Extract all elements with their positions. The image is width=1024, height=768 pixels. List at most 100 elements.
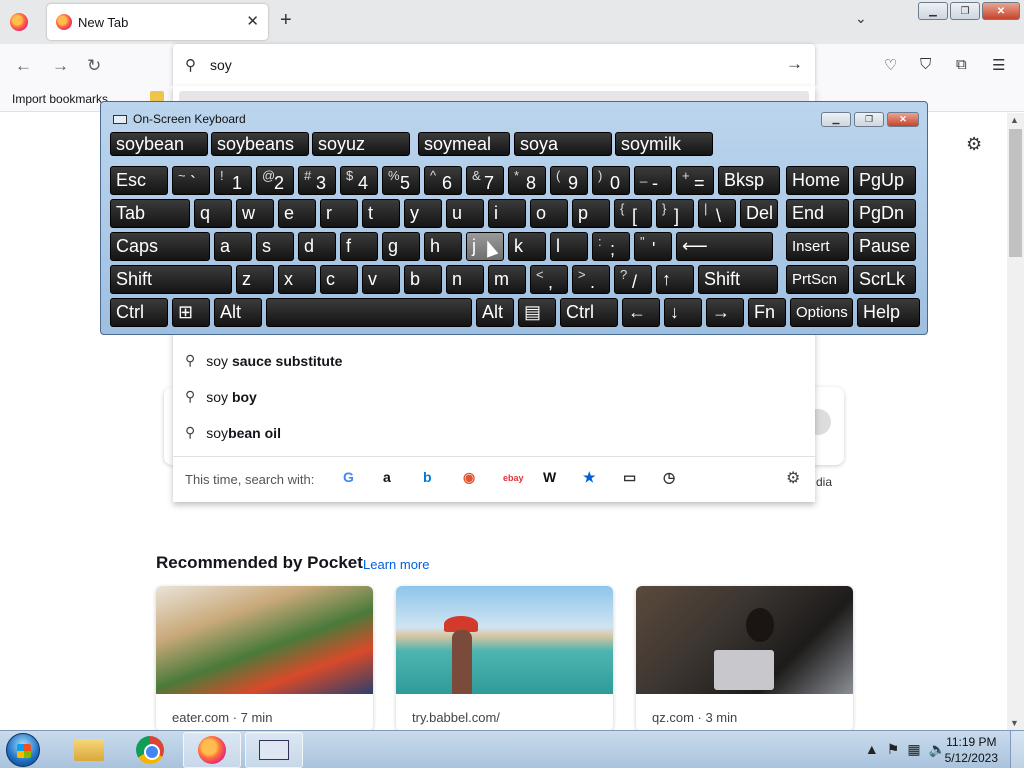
key-key[interactable]: <, [530,265,568,294]
key-6[interactable]: ^ 6 [424,166,462,195]
firefox-view-icon[interactable] [10,13,28,31]
reload-icon[interactable]: ↻ [87,56,101,76]
key-tab[interactable]: Tab [110,199,190,228]
key-0[interactable]: ) 0 [592,166,630,195]
ebay-icon[interactable]: ebay [503,473,524,483]
key-key[interactable]: ? / [614,265,652,294]
prediction-soya[interactable]: soya [514,132,612,156]
bing-icon[interactable]: b [423,469,432,485]
scroll-up-icon[interactable]: ▲ [1010,115,1019,125]
ublock-shield-icon[interactable]: ⛉ [920,56,931,73]
key-key[interactable]: ⟵ [676,232,773,261]
address-input[interactable]: soy [210,57,232,73]
action-center-flag-icon[interactable]: ⚑ [887,741,900,758]
key-8[interactable]: * 8 [508,166,546,195]
key-b[interactable]: b [404,265,442,294]
start-button[interactable] [6,733,40,767]
key-5[interactable]: % 5 [382,166,420,195]
key-esc[interactable]: Esc [110,166,168,195]
key-key[interactable]: {[ [614,199,652,228]
key-key[interactable]: ↑ [656,265,694,294]
google-icon[interactable]: G [343,469,354,485]
pocket-icon[interactable]: ♡ [884,56,897,74]
key-y[interactable]: y [404,199,442,228]
key-c[interactable]: c [320,265,358,294]
suggestion-item[interactable]: ⚲ soy boy [185,388,257,405]
key-w[interactable]: w [236,199,274,228]
system-clock[interactable]: 11:19 PM 5/12/2023 [945,734,998,766]
tab-new-tab[interactable]: New Tab ✕ [47,4,268,40]
key-key[interactable]: _ - [634,166,672,195]
key-key[interactable]: }] [656,199,694,228]
prediction-soyuz[interactable]: soyuz [312,132,410,156]
volume-icon[interactable]: 🔈 [929,741,946,758]
key-key[interactable]: + = [676,166,714,195]
key-alt[interactable]: Alt [214,298,262,327]
key-m[interactable]: m [488,265,526,294]
key-key[interactable]: ~ ` [172,166,210,195]
minimize-button[interactable]: ▁ [918,2,948,20]
key-1[interactable]: ! 1 [214,166,252,195]
personalize-gear-icon[interactable]: ⚙ [966,134,982,155]
key-options[interactable]: Options [790,298,853,327]
taskbar-chrome[interactable] [121,732,179,768]
suggestion-item[interactable]: ⚲ soybean oil [185,424,281,441]
key-k[interactable]: k [508,232,546,261]
key-g[interactable]: g [382,232,420,261]
key-key[interactable]: :; [592,232,630,261]
key-key[interactable]: ⊞ [172,298,210,327]
pocket-story-card[interactable]: eater.com · 7 min [156,586,373,731]
key-key[interactable]: → [706,298,744,327]
key-f[interactable]: f [340,232,378,261]
key-o[interactable]: o [530,199,568,228]
network-icon[interactable]: ▦ [907,741,920,758]
key-help[interactable]: Help [857,298,920,327]
key-end[interactable]: End [786,199,849,228]
duckduckgo-icon[interactable]: ◉ [463,469,475,486]
key-u[interactable]: u [446,199,484,228]
go-arrow-icon[interactable]: → [786,54,803,74]
pocket-story-card[interactable]: qz.com · 3 min [636,586,853,731]
show-hidden-icons-icon[interactable]: ▲ [865,741,879,758]
key-d[interactable]: d [298,232,336,261]
key-bksp[interactable]: Bksp [718,166,780,195]
key-key[interactable]: ← [622,298,660,327]
key-home[interactable]: Home [786,166,849,195]
hamburger-menu-icon[interactable]: ☰ [992,56,1005,74]
key-key[interactable]: ↓ [664,298,702,327]
key-caps[interactable]: Caps [110,232,210,261]
prediction-soymeal[interactable]: soymeal [418,132,510,156]
scroll-thumb[interactable] [1009,129,1022,257]
key-v[interactable]: v [362,265,400,294]
key-s[interactable]: s [256,232,294,261]
key-key[interactable]: >. [572,265,610,294]
key-scrlk[interactable]: ScrLk [853,265,916,294]
taskbar-explorer[interactable] [60,732,118,768]
history-icon[interactable]: ◷ [663,469,675,486]
key-pgdn[interactable]: PgDn [853,199,916,228]
back-arrow-icon[interactable]: ← [15,56,32,76]
osk-restore-button[interactable]: ❐ [854,112,884,127]
key-2[interactable]: @2 [256,166,294,195]
key-alt[interactable]: Alt [476,298,514,327]
key-pause[interactable]: Pause [853,232,916,261]
key-i[interactable]: i [488,199,526,228]
bookmarks-star-icon[interactable]: ★ [583,469,596,486]
key-r[interactable]: r [320,199,358,228]
key-3[interactable]: #3 [298,166,336,195]
page-scrollbar[interactable]: ▲ ▼ [1007,113,1024,730]
address-bar[interactable]: ⚲ soy → [173,44,815,86]
taskbar-firefox[interactable] [183,732,241,768]
key-q[interactable]: q [194,199,232,228]
scroll-down-icon[interactable]: ▼ [1010,718,1019,728]
key-9[interactable]: (9 [550,166,588,195]
key-ctrl[interactable]: Ctrl [110,298,168,327]
pocket-story-card[interactable]: try.babbel.com/ [396,586,613,731]
search-settings-gear-icon[interactable]: ⚙ [786,468,800,488]
key-z[interactable]: z [236,265,274,294]
forward-arrow-icon[interactable]: → [52,56,69,76]
key-ctrl[interactable]: Ctrl [560,298,618,327]
close-window-button[interactable]: ✕ [982,2,1020,20]
key-key[interactable]: " ' [634,232,672,261]
osk-title-bar[interactable]: On-Screen Keyboard [113,112,246,126]
